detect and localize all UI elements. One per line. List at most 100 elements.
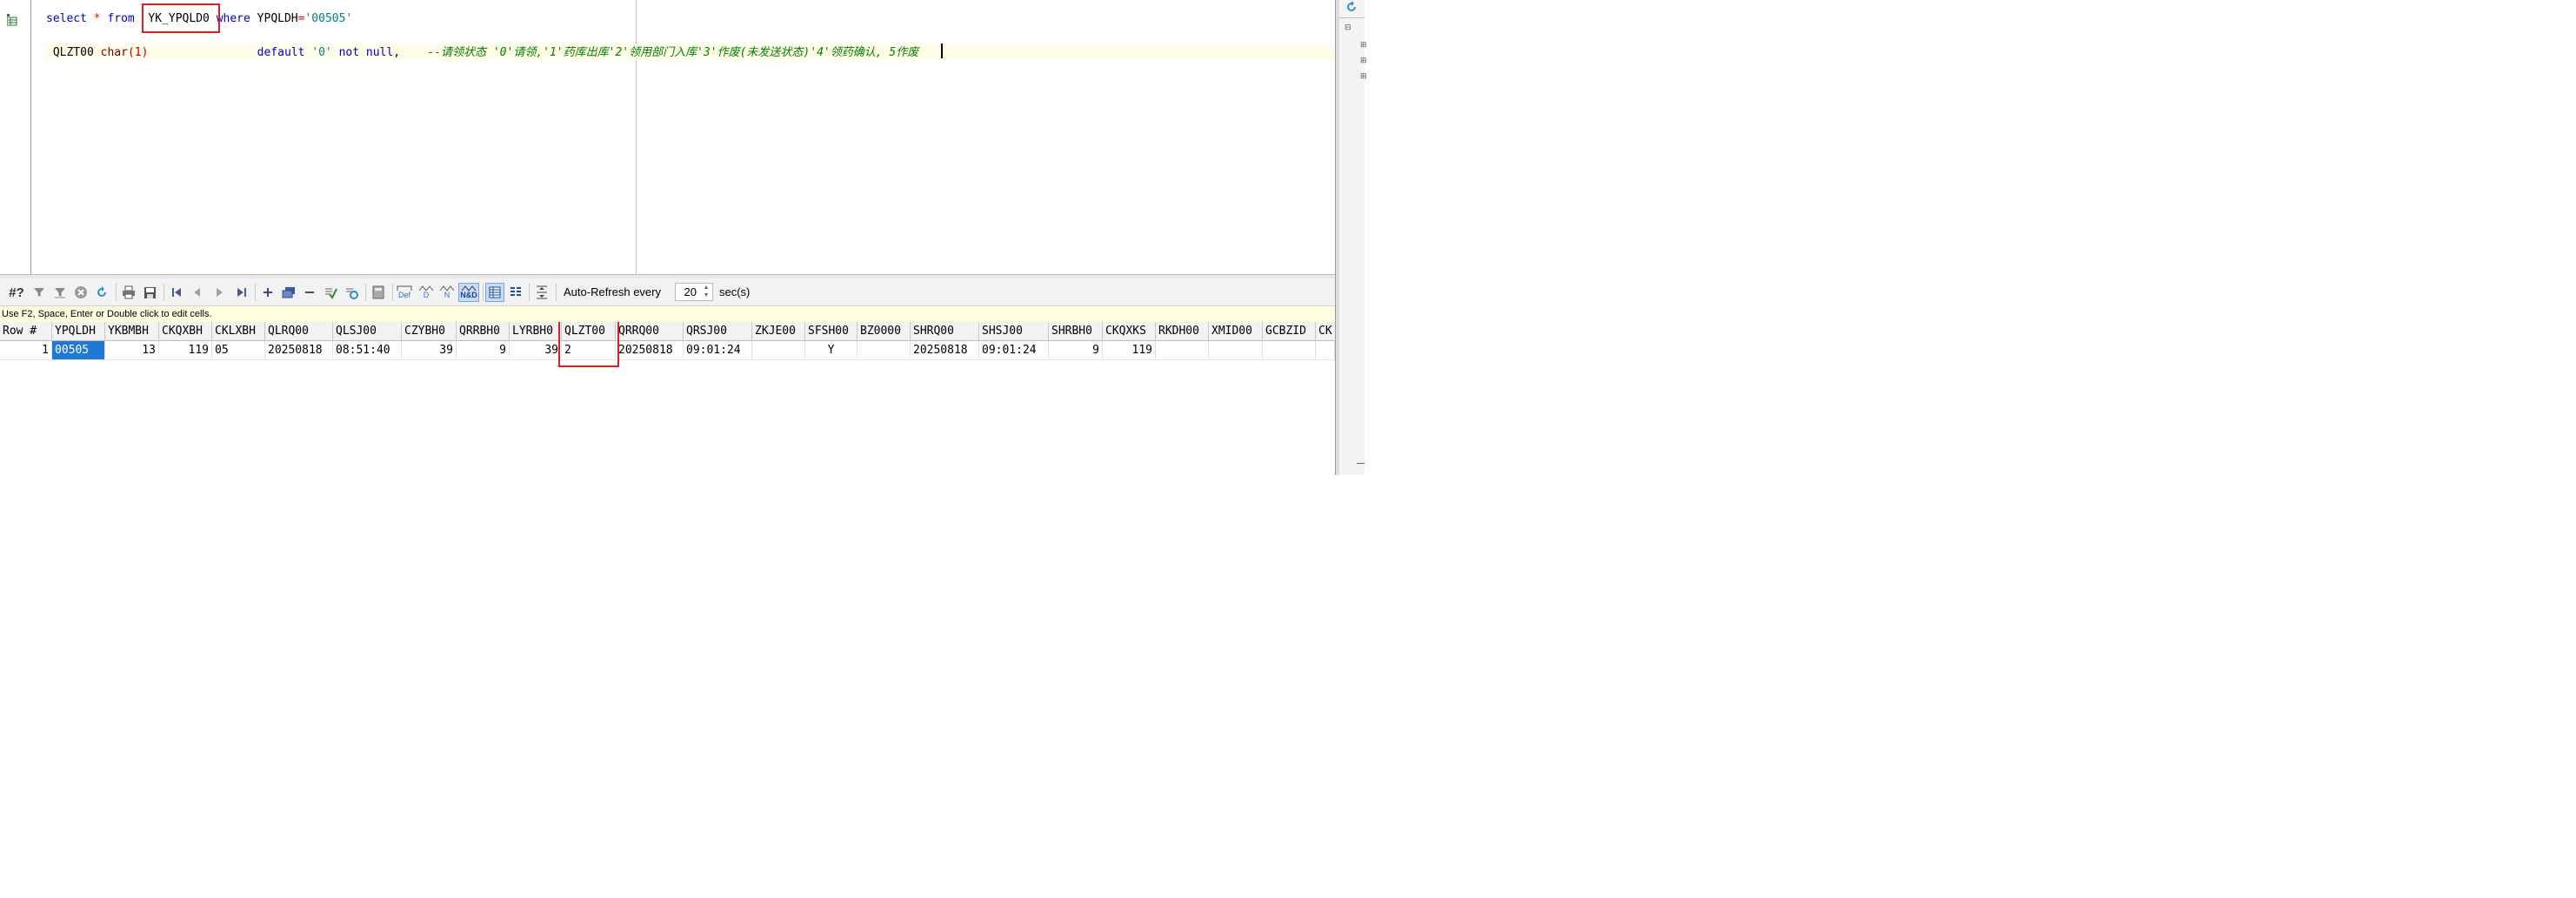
column-header[interactable]: CKQXBH <box>159 322 212 341</box>
table-cell[interactable]: 20250818 <box>616 341 684 360</box>
column-header[interactable]: YPQLDH <box>52 322 105 341</box>
n-icon[interactable]: N <box>437 283 457 302</box>
sync-icon[interactable] <box>1345 0 1358 14</box>
column-header[interactable]: QRSJ00 <box>684 322 752 341</box>
tree-collapse-icon[interactable]: ⊟ <box>1345 23 1351 32</box>
table-cell[interactable]: 09:01:24 <box>684 341 752 360</box>
column-comment: --请领状态 '0'请领,'1'药库出库'2'领用部门入库'3'作废(未发送状态… <box>427 46 919 59</box>
panel-scrollbar[interactable] <box>1336 0 1339 475</box>
object-tree-panel[interactable]: ⊟ ⊞ ⊞ ⊞ <box>1335 0 1367 475</box>
sql-editor[interactable]: select * from YK_YPQLD0 where YPQLDH='00… <box>0 0 1335 277</box>
editor-gutter <box>0 0 31 277</box>
where-value: '00505' <box>304 12 353 25</box>
table-cell[interactable] <box>1156 341 1209 360</box>
calculator-icon[interactable] <box>369 283 388 302</box>
panel-minimize-icon[interactable] <box>1357 463 1365 464</box>
keyword-select: select <box>46 12 87 25</box>
table-cell[interactable]: 9 <box>457 341 510 360</box>
filter-icon[interactable] <box>30 283 49 302</box>
column-header[interactable]: QRRBH0 <box>457 322 510 341</box>
table-cell[interactable]: 119 <box>159 341 212 360</box>
form-view-icon[interactable] <box>506 283 525 302</box>
where-column: YPQLDH <box>257 12 298 25</box>
d-label: D <box>423 291 430 299</box>
column-header[interactable]: CKQXKS <box>1103 322 1156 341</box>
paren-open: ( <box>127 46 135 59</box>
spin-up-icon[interactable]: ▲ <box>701 284 711 292</box>
next-record-icon[interactable] <box>210 283 229 302</box>
keyword-default: default <box>257 46 305 59</box>
table-cell[interactable]: 119 <box>1103 341 1156 360</box>
table-cell[interactable]: 20250818 <box>911 341 979 360</box>
table-cell[interactable]: 9 <box>1049 341 1103 360</box>
tree-expand-icon[interactable]: ⊞ <box>1360 71 1367 81</box>
refresh-icon[interactable] <box>92 283 111 302</box>
save-icon[interactable] <box>140 283 159 302</box>
sql-line-2[interactable]: QLZT00 char(1) default '0' not null, --请… <box>46 44 1333 60</box>
column-header[interactable]: ZKJE00 <box>752 322 805 341</box>
toolbar-separator <box>483 284 484 301</box>
table-cell[interactable]: 20250818 <box>265 341 333 360</box>
split-icon[interactable] <box>532 283 551 302</box>
execute-marker-icon <box>7 14 17 26</box>
table-cell[interactable] <box>1263 341 1316 360</box>
refresh-record-icon[interactable] <box>342 283 361 302</box>
column-header[interactable]: QLSJ00 <box>333 322 402 341</box>
print-icon[interactable] <box>119 283 138 302</box>
column-header[interactable]: SHRBH0 <box>1049 322 1103 341</box>
duplicate-record-icon[interactable] <box>279 283 298 302</box>
post-changes-icon[interactable] <box>321 283 340 302</box>
column-header[interactable]: CZYBH0 <box>402 322 457 341</box>
prior-record-icon[interactable] <box>188 283 207 302</box>
table-cell[interactable]: 39 <box>510 341 562 360</box>
auto-refresh-spinner[interactable]: ▲ ▼ <box>701 284 711 300</box>
column-header[interactable]: BZ0000 <box>858 322 911 341</box>
table-cell[interactable] <box>1209 341 1263 360</box>
d-icon[interactable]: D <box>417 283 436 302</box>
column-header[interactable]: SHSJ00 <box>979 322 1049 341</box>
count-icon[interactable]: #? <box>5 283 28 302</box>
column-header[interactable]: GCBZID <box>1263 322 1316 341</box>
row-number-cell[interactable]: 1 <box>0 341 52 360</box>
column-header[interactable]: LYRBH0 <box>510 322 562 341</box>
result-grid[interactable]: Row # YPQLDH YKBMBH CKQXBH CKLXBH QLRQ00… <box>0 322 1335 475</box>
column-header[interactable]: CKLXBH <box>212 322 265 341</box>
column-header[interactable]: SHRQ00 <box>911 322 979 341</box>
last-record-icon[interactable] <box>232 283 251 302</box>
table-cell-selected[interactable]: 00505 <box>52 341 105 360</box>
column-header[interactable]: QRRQ00 <box>616 322 684 341</box>
clear-filter-icon[interactable] <box>50 283 70 302</box>
grid-view-icon[interactable] <box>485 283 504 302</box>
column-header-row-num[interactable]: Row # <box>0 322 52 341</box>
column-header[interactable]: SFSH00 <box>805 322 858 341</box>
tree-expand-icon[interactable]: ⊞ <box>1360 40 1367 50</box>
column-header[interactable]: QLRQ00 <box>265 322 333 341</box>
qlzt00-column-highlight <box>558 322 619 367</box>
table-cell[interactable] <box>1316 341 1335 360</box>
delete-record-icon[interactable] <box>300 283 319 302</box>
table-cell[interactable] <box>858 341 911 360</box>
default-icon[interactable]: Def <box>395 283 414 302</box>
column-header[interactable]: XMID00 <box>1209 322 1263 341</box>
n-and-d-icon[interactable]: N&D <box>458 283 479 302</box>
tree-expand-icon[interactable]: ⊞ <box>1360 56 1367 65</box>
panel-divider <box>1339 17 1365 18</box>
toolbar-separator <box>529 284 530 301</box>
table-cell[interactable]: 08:51:40 <box>333 341 402 360</box>
table-cell[interactable]: 39 <box>402 341 457 360</box>
table-cell[interactable]: 05 <box>212 341 265 360</box>
column-header[interactable]: CK <box>1316 322 1335 341</box>
table-cell[interactable]: Y <box>805 341 858 360</box>
spin-down-icon[interactable]: ▼ <box>701 292 711 299</box>
table-cell[interactable]: 13 <box>105 341 159 360</box>
table-cell[interactable]: 09:01:24 <box>979 341 1049 360</box>
default-label: Def <box>397 291 410 299</box>
first-record-icon[interactable] <box>167 283 186 302</box>
star-operator: * <box>93 12 101 25</box>
keyword-from: from <box>107 12 135 25</box>
column-header[interactable]: YKBMBH <box>105 322 159 341</box>
table-cell[interactable] <box>752 341 805 360</box>
cancel-icon[interactable] <box>71 283 90 302</box>
insert-record-icon[interactable] <box>258 283 277 302</box>
column-header[interactable]: RKDH00 <box>1156 322 1209 341</box>
